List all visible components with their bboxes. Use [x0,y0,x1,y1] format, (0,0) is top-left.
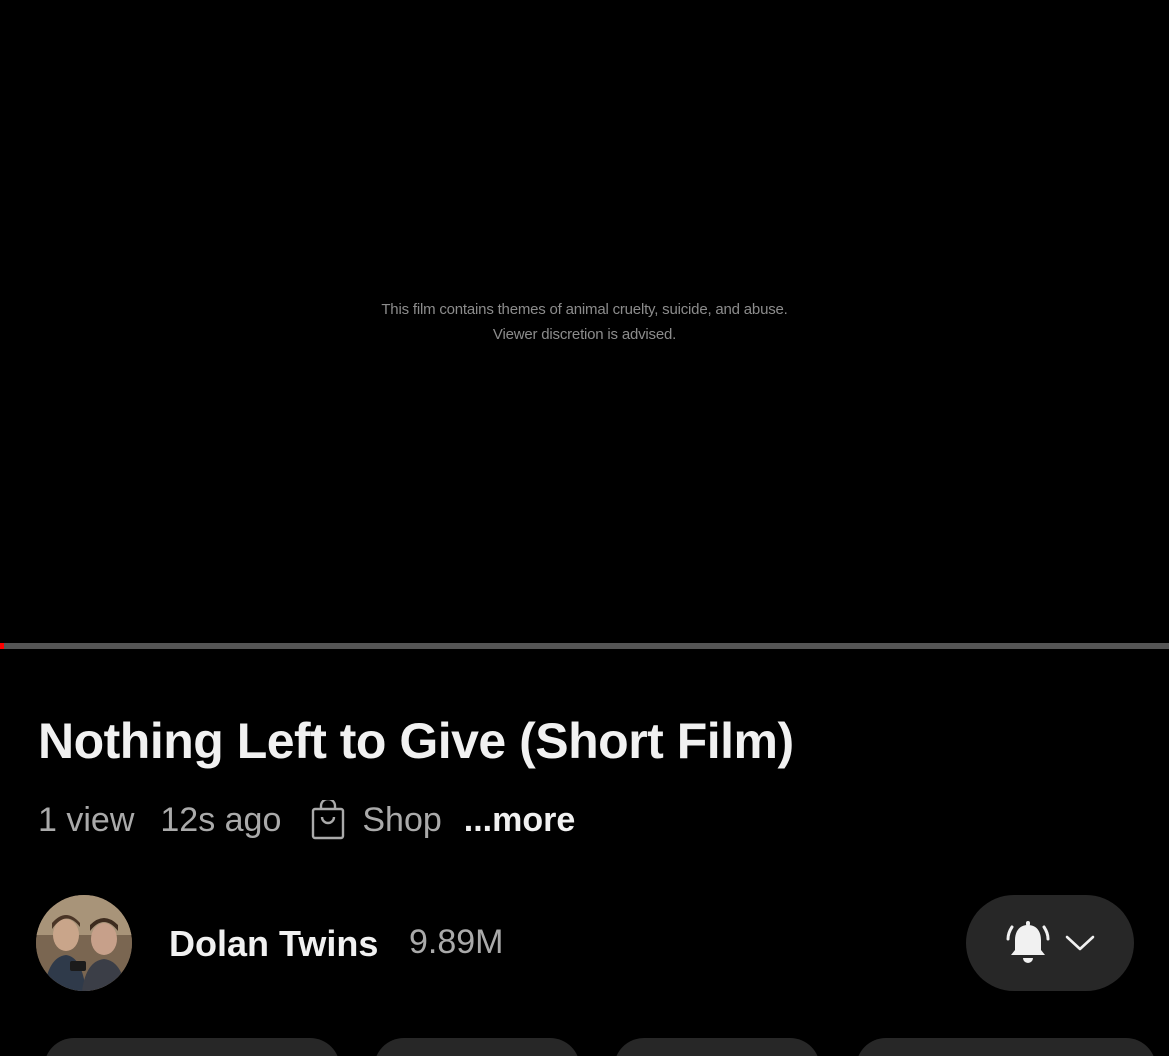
like-chip[interactable] [44,1038,340,1056]
channel-name[interactable]: Dolan Twins [169,923,378,965]
video-player[interactable]: This film contains themes of animal crue… [0,0,1169,643]
shop-link[interactable]: Shop [362,801,441,840]
download-chip[interactable] [856,1038,1156,1056]
upload-age: 12s ago [160,800,282,839]
chevron-down-icon [1065,933,1095,953]
subscriber-count: 9.89M [409,923,504,961]
video-content-warning: This film contains themes of animal crue… [0,297,1169,347]
view-count: 1 view [38,800,135,839]
subscribed-notifications-button[interactable] [966,895,1134,991]
channel-avatar[interactable] [36,895,132,991]
watch-page: This film contains themes of animal crue… [0,0,1169,1056]
video-title: Nothing Left to Give (Short Film) [38,713,794,769]
action-chips-row [0,1038,1169,1056]
warning-line-1: This film contains themes of animal crue… [381,301,788,318]
remix-chip[interactable] [614,1038,820,1056]
notification-bell-icon [1005,919,1051,967]
share-chip[interactable] [374,1038,580,1056]
more-button[interactable]: ...more [464,801,575,840]
warning-line-2: Viewer discretion is advised. [492,326,677,343]
shopping-bag-icon[interactable] [311,800,345,840]
progress-fill [0,643,4,649]
video-progress-bar[interactable] [0,643,1169,649]
channel-row: Dolan Twins 9.89M [36,895,1134,991]
video-meta-row[interactable]: 1 view 12s ago Shop ...more [38,798,575,842]
